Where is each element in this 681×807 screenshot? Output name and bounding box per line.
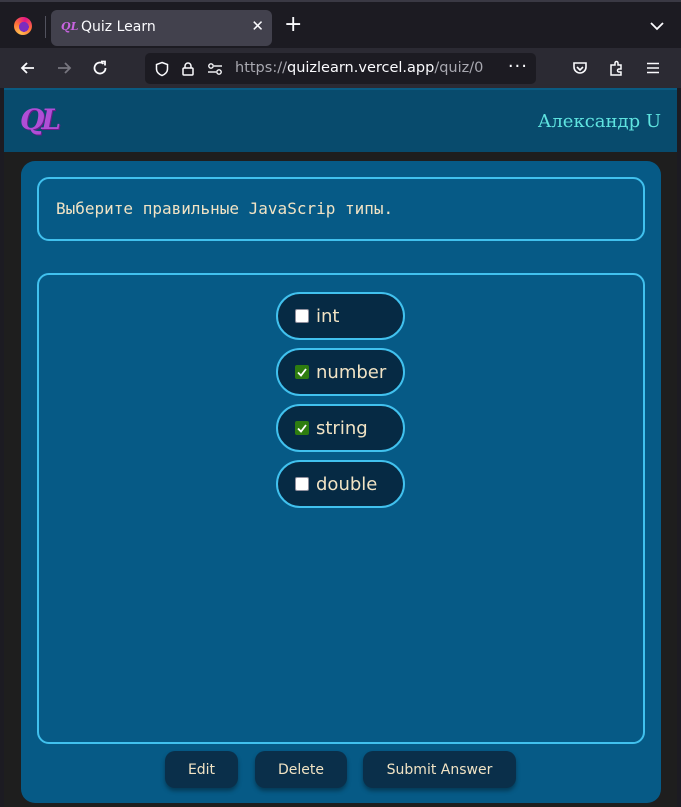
browser-tab-bar: QL Quiz Learn ✕ + (0, 0, 681, 48)
quiz-learn-favicon-icon: QL (61, 20, 79, 33)
browser-nav-bar: https://quizlearn.vercel.app/quiz/0 ··· (0, 48, 681, 88)
answer-label: int (316, 305, 340, 327)
extensions-icon[interactable] (603, 54, 631, 82)
page-viewport: QL Александр U Выберите правильные JavaS… (4, 88, 677, 807)
permissions-icon[interactable] (206, 60, 224, 78)
plus-icon[interactable]: + (284, 13, 302, 37)
url-path: /quiz/0 (434, 60, 484, 76)
answer-checkbox[interactable] (295, 309, 309, 323)
url-scheme: https:// (235, 60, 287, 76)
tab-title: Quiz Learn (81, 19, 156, 35)
checkmark-icon (297, 368, 307, 377)
answer-label: string (316, 417, 368, 439)
tab-separator (45, 16, 46, 38)
browser-tab-active[interactable]: QL Quiz Learn ✕ (51, 10, 272, 46)
lock-icon[interactable] (179, 60, 197, 78)
quiz-actions: Edit Delete Submit Answer (21, 751, 661, 791)
user-name[interactable]: Александр U (538, 111, 661, 132)
firefox-icon[interactable] (14, 17, 32, 35)
url-host: quizlearn.vercel.app (286, 60, 435, 76)
quiz-card: Выберите правильные JavaScrip типы. int … (21, 161, 661, 803)
pocket-icon[interactable] (566, 54, 594, 82)
answer-checkbox-checked[interactable] (295, 365, 309, 379)
more-icon[interactable]: ··· (508, 56, 528, 77)
answer-checkbox-checked[interactable] (295, 421, 309, 435)
question-text: Выберите правильные JavaScrip типы. (56, 199, 394, 218)
answer-label: double (316, 473, 378, 495)
back-icon[interactable] (14, 54, 42, 82)
site-logo[interactable]: QL (20, 104, 61, 136)
chevron-down-icon[interactable] (647, 16, 667, 36)
url-bar[interactable]: https://quizlearn.vercel.app/quiz/0 ··· (145, 53, 536, 84)
delete-button[interactable]: Delete (255, 751, 347, 788)
answer-label: number (316, 361, 387, 383)
answer-checkbox[interactable] (295, 477, 309, 491)
checkmark-icon (297, 424, 307, 433)
site-header: QL Александр U (4, 88, 677, 152)
answers-box: int number string double (37, 273, 645, 744)
submit-answer-button[interactable]: Submit Answer (363, 751, 516, 788)
reload-icon[interactable] (86, 54, 114, 82)
answer-option-string[interactable]: string (276, 404, 405, 452)
edit-button[interactable]: Edit (165, 751, 238, 788)
close-icon[interactable]: ✕ (251, 17, 264, 35)
url-text[interactable]: https://quizlearn.vercel.app/quiz/0 (235, 60, 483, 76)
answer-option-int[interactable]: int (276, 292, 405, 340)
question-box: Выберите правильные JavaScrip типы. (37, 177, 645, 241)
shield-icon[interactable] (153, 60, 171, 78)
forward-icon[interactable] (50, 54, 78, 82)
answer-option-number[interactable]: number (276, 348, 405, 396)
answer-option-double[interactable]: double (276, 460, 405, 508)
menu-icon[interactable] (639, 54, 667, 82)
